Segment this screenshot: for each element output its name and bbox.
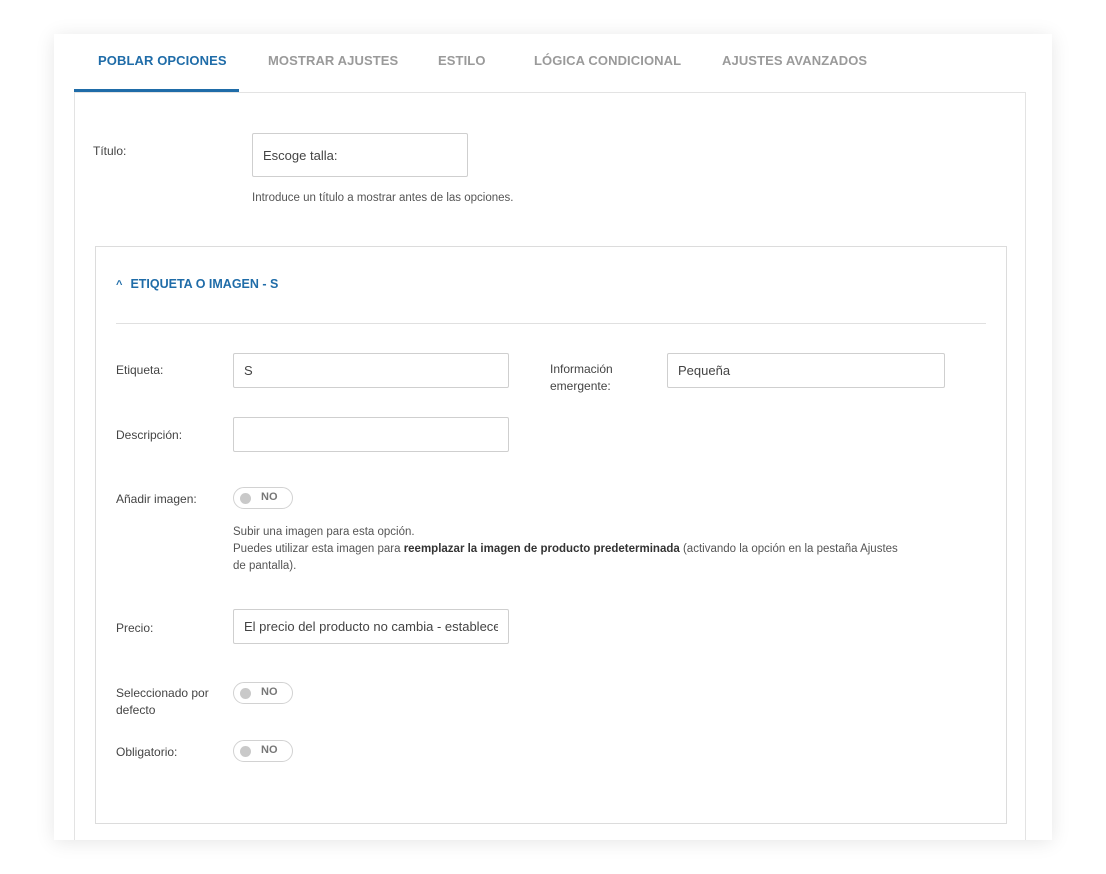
imagen-help-line2: Puedes utilizar esta imagen para reempla…	[233, 543, 898, 555]
tab-bar: POBLAR OPCIONES MOSTRAR AJUSTES ESTILO L…	[74, 34, 1052, 92]
options-panel: POBLAR OPCIONES MOSTRAR AJUSTES ESTILO L…	[54, 34, 1052, 840]
option-card: ^ ETIQUETA O IMAGEN - S Etiqueta: Informa…	[95, 246, 1007, 824]
tooltip-label-line1: Información	[550, 362, 613, 376]
toggle-knob	[240, 688, 251, 699]
imagen-help-line1: Subir una imagen para esta opción.	[233, 526, 415, 538]
imagen-label: Añadir imagen:	[116, 492, 197, 506]
tooltip-input[interactable]	[667, 353, 945, 388]
titulo-input[interactable]	[252, 133, 468, 177]
imagen-toggle[interactable]: NO	[233, 487, 293, 509]
tab-logica-condicional[interactable]: LÓGICA CONDICIONAL	[534, 34, 681, 92]
tab-poblar-opciones[interactable]: POBLAR OPCIONES	[98, 34, 227, 92]
default-label-line1: Seleccionado por	[116, 686, 209, 700]
tab-content: Título: Introduce un título a mostrar an…	[74, 92, 1026, 840]
obligatorio-toggle[interactable]: NO	[233, 740, 293, 762]
obligatorio-label: Obligatorio:	[116, 745, 178, 759]
imagen-help: Subir una imagen para esta opción. Puede…	[233, 524, 993, 575]
descripcion-input[interactable]	[233, 417, 509, 452]
etiqueta-label: Etiqueta:	[116, 363, 164, 377]
tooltip-label: Información emergente:	[550, 361, 613, 395]
precio-label: Precio:	[116, 621, 154, 635]
toggle-state: NO	[261, 491, 278, 503]
imagen-help-line3: de pantalla).	[233, 560, 297, 572]
tab-mostrar-ajustes[interactable]: MOSTRAR AJUSTES	[268, 34, 398, 92]
default-label-line2: defecto	[116, 703, 156, 717]
toggle-state: NO	[261, 686, 278, 698]
precio-input[interactable]	[233, 609, 509, 644]
default-label: Seleccionado por defecto	[116, 685, 209, 719]
tab-ajustes-avanzados[interactable]: AJUSTES AVANZADOS	[722, 34, 867, 92]
descripcion-label: Descripción:	[116, 428, 183, 442]
option-card-header[interactable]: ^ ETIQUETA O IMAGEN - S	[116, 277, 278, 291]
option-card-title: ETIQUETA O IMAGEN - S	[130, 277, 279, 291]
titulo-label: Título:	[93, 144, 127, 158]
card-divider	[116, 323, 986, 324]
chevron-up-icon: ^	[116, 279, 123, 291]
toggle-state: NO	[261, 744, 278, 756]
tooltip-label-line2: emergente:	[550, 379, 611, 393]
toggle-knob	[240, 493, 251, 504]
toggle-knob	[240, 746, 251, 757]
default-toggle[interactable]: NO	[233, 682, 293, 704]
etiqueta-input[interactable]	[233, 353, 509, 388]
tab-estilo[interactable]: ESTILO	[438, 34, 486, 92]
titulo-help: Introduce un título a mostrar antes de l…	[252, 192, 514, 204]
